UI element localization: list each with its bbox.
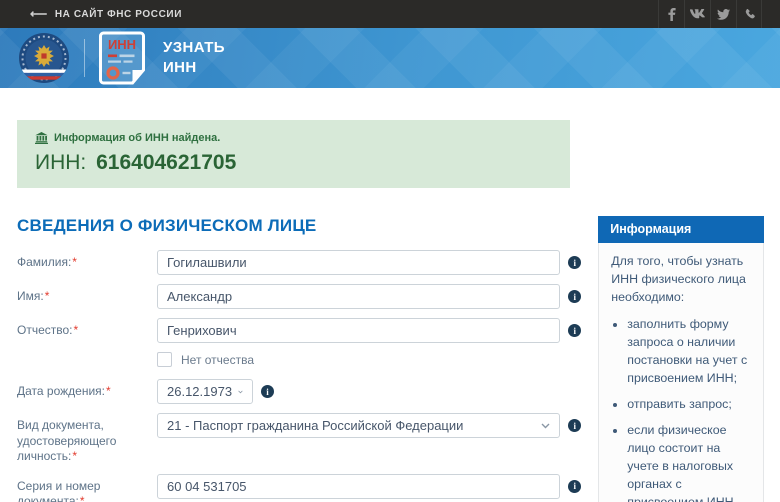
firstname-row: Имя:* i	[17, 284, 581, 309]
lastname-field: i	[157, 250, 581, 275]
brand-divider	[84, 39, 85, 77]
app-header: ИНН УЗНАТЬ ИНН	[0, 28, 780, 88]
sidebar-bullet-list: заполнить форму запроса о наличии постан…	[627, 316, 751, 502]
main-content: Информация об ИНН найдена. ИНН: 61640462…	[0, 88, 780, 502]
app-title: УЗНАТЬ ИНН	[163, 38, 225, 79]
list-item: заполнить форму запроса о наличии постан…	[627, 316, 751, 388]
sidebar-intro: Для того, чтобы узнать ИНН физического л…	[611, 253, 751, 307]
chevron-down-icon	[238, 389, 243, 395]
no-patronymic-field: Нет отчества	[157, 352, 581, 367]
birthdate-value: 26.12.1973	[167, 384, 232, 399]
required-mark: *	[80, 494, 85, 502]
required-mark: *	[72, 255, 77, 269]
birthdate-label: Дата рождения:*	[17, 379, 157, 400]
firstname-label: Имя:*	[17, 284, 157, 305]
content-row: СВЕДЕНИЯ О ФИЗИЧЕСКОМ ЛИЦЕ Фамилия:* i И…	[17, 216, 764, 502]
phone-icon[interactable]	[736, 0, 762, 28]
section-title: СВЕДЕНИЯ О ФИЗИЧЕСКОМ ЛИЦЕ	[17, 216, 581, 236]
doctype-info-icon[interactable]: i	[568, 419, 581, 432]
lastname-label: Фамилия:*	[17, 250, 157, 271]
doctype-row: Вид документа, удостоверяющего личность:…	[17, 413, 581, 465]
lastname-info-icon[interactable]: i	[568, 256, 581, 269]
birthdate-field: 26.12.1973 i	[157, 379, 581, 404]
social-links	[658, 0, 762, 28]
docnumber-label: Серия и номер документа:*	[17, 474, 157, 502]
person-details-form: СВЕДЕНИЯ О ФИЗИЧЕСКОМ ЛИЦЕ Фамилия:* i И…	[17, 216, 581, 502]
list-item: если физическое лицо состоит на учете в …	[627, 422, 751, 502]
required-mark: *	[45, 289, 50, 303]
patronymic-input[interactable]	[157, 318, 560, 343]
lastname-row: Фамилия:* i	[17, 250, 581, 275]
list-item: отправить запрос;	[627, 396, 751, 414]
inn-value: 616404621705	[96, 151, 236, 174]
firstname-field: i	[157, 284, 581, 309]
back-to-fns-link[interactable]: ⟵ НА САЙТ ФНС РОССИИ	[30, 8, 182, 20]
facebook-icon[interactable]	[658, 0, 684, 28]
patronymic-row: Отчество:* i	[17, 318, 581, 343]
top-bar: ⟵ НА САЙТ ФНС РОССИИ	[0, 0, 780, 28]
doctype-field: 21 - Паспорт гражданина Российской Федер…	[157, 413, 581, 438]
no-patronymic-checkbox[interactable]	[157, 352, 172, 367]
fns-emblem-logo	[18, 32, 70, 84]
inn-result-box: Информация об ИНН найдена. ИНН: 61640462…	[17, 120, 570, 188]
no-patronymic-label: Нет отчества	[181, 353, 254, 367]
info-sidebar: Информация Для того, чтобы узнать ИНН фи…	[598, 216, 764, 502]
inn-result-line: ИНН: 616404621705	[35, 151, 552, 175]
docnumber-info-icon[interactable]: i	[568, 480, 581, 493]
birthdate-picker[interactable]: 26.12.1973	[157, 379, 253, 404]
birthdate-row: Дата рождения:* 26.12.1973 i	[17, 379, 581, 404]
app-title-line1: УЗНАТЬ	[163, 38, 225, 58]
lastname-input[interactable]	[157, 250, 560, 275]
result-status-text: Информация об ИНН найдена.	[54, 132, 220, 144]
app-title-line2: ИНН	[163, 58, 225, 78]
patronymic-info-icon[interactable]: i	[568, 324, 581, 337]
vk-icon[interactable]	[684, 0, 710, 28]
firstname-input[interactable]	[157, 284, 560, 309]
birthdate-info-icon[interactable]: i	[261, 385, 274, 398]
twitter-icon[interactable]	[710, 0, 736, 28]
inn-doc-label: ИНН	[108, 37, 136, 52]
result-status: Информация об ИНН найдена.	[35, 132, 552, 144]
back-arrow-icon: ⟵	[30, 8, 48, 20]
brand-area[interactable]: ИНН	[18, 31, 145, 85]
doctype-label: Вид документа, удостоверяющего личность:…	[17, 413, 157, 465]
document-type-value: 21 - Паспорт гражданина Российской Федер…	[167, 418, 463, 433]
bank-icon	[35, 132, 48, 144]
patronymic-label: Отчество:*	[17, 318, 157, 339]
docnumber-field: i	[157, 474, 581, 499]
chevron-down-icon	[541, 423, 550, 429]
document-type-select[interactable]: 21 - Паспорт гражданина Российской Федер…	[157, 413, 560, 438]
required-mark: *	[74, 323, 79, 337]
required-mark: *	[106, 384, 111, 398]
inn-document-icon: ИНН	[99, 31, 145, 85]
docnumber-row: Серия и номер документа:* i	[17, 474, 581, 502]
firstname-info-icon[interactable]: i	[568, 290, 581, 303]
sidebar-body: Для того, чтобы узнать ИНН физического л…	[598, 243, 764, 502]
patronymic-field: i	[157, 318, 581, 343]
no-patronymic-row: Нет отчества	[17, 352, 581, 367]
sidebar-title: Информация	[598, 216, 764, 243]
back-link-label: НА САЙТ ФНС РОССИИ	[55, 9, 182, 20]
inn-label: ИНН:	[35, 151, 86, 174]
docnumber-input[interactable]	[157, 474, 560, 499]
required-mark: *	[72, 449, 77, 463]
